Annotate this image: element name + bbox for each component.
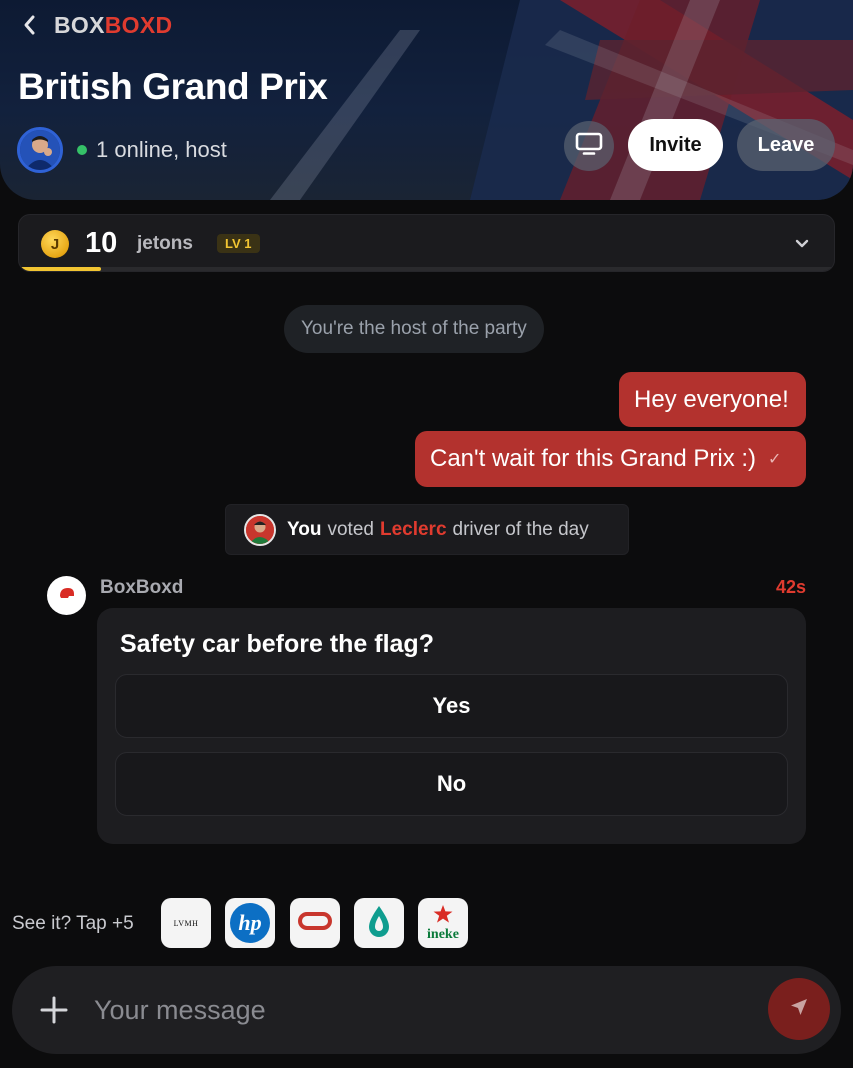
level-badge: LV 1	[217, 234, 260, 253]
message-text: Hey everyone!	[634, 385, 789, 413]
driver-avatar	[244, 513, 276, 546]
token-label: jetons	[137, 233, 193, 254]
level-progress-fill	[19, 267, 101, 271]
leave-button[interactable]: Leave	[737, 119, 835, 171]
vote-rest: driver of the day	[452, 518, 589, 540]
helmet-icon	[58, 586, 76, 605]
invite-button[interactable]: Invite	[628, 119, 723, 171]
message-text: Can't wait for this Grand Prix :)	[430, 445, 757, 472]
chat-bubble-outgoing[interactable]: Can't wait for this Grand Prix :) ✓	[415, 431, 806, 487]
lvmh-logo: LVMH	[173, 918, 199, 928]
sponsor-heineken[interactable]: ineke	[418, 898, 468, 948]
plus-icon[interactable]	[38, 994, 70, 1026]
hp-logo: hp	[230, 903, 270, 943]
poll-timer: 42s	[775, 577, 806, 597]
message-input[interactable]	[94, 984, 754, 1036]
poll-card: Safety car before the flag? Yes No	[97, 608, 806, 844]
boxboxd-bot-avatar	[47, 576, 86, 615]
poll-option-yes[interactable]: Yes	[115, 674, 788, 738]
poll-sender: BoxBoxd	[100, 577, 184, 598]
brand-logo: BOXBOXD	[54, 12, 172, 39]
vote-driver: Leclerc	[379, 518, 447, 540]
hp-logo-text: hp	[238, 910, 262, 935]
vote-notice: You voted Leclerc driver of the day	[225, 504, 629, 555]
back-chevron-icon[interactable]	[22, 12, 44, 38]
poll-question: Safety car before the flag?	[120, 630, 434, 658]
brand-part1: BOX	[54, 12, 105, 38]
petronas-logo	[366, 904, 392, 943]
online-indicator-icon	[77, 145, 87, 155]
system-message: You're the host of the party	[284, 305, 544, 353]
send-button[interactable]	[768, 978, 830, 1040]
online-status: 1 online, host	[96, 137, 227, 162]
heineken-logo: ineke	[427, 926, 459, 942]
read-check-icon: ✓	[768, 451, 782, 468]
cast-screen-button[interactable]	[564, 121, 614, 171]
oracle-logo	[297, 911, 333, 936]
message-composer	[12, 966, 841, 1054]
chevron-down-icon[interactable]	[792, 233, 812, 253]
red-star-icon	[433, 904, 453, 928]
token-count: 10	[85, 227, 118, 259]
party-header: BOXBOXD British Grand Prix 1 online, hos…	[0, 0, 853, 200]
poll-option-no[interactable]: No	[115, 752, 788, 816]
send-arrow-icon	[788, 996, 810, 1023]
monitor-icon	[575, 132, 603, 161]
coin-icon: J	[41, 230, 69, 258]
sponsor-hp[interactable]: hp	[225, 898, 275, 948]
host-avatar[interactable]	[17, 127, 63, 173]
sponsor-prompt: See it? Tap +5	[12, 913, 134, 934]
level-progress-track	[19, 267, 834, 271]
chat-bubble-outgoing[interactable]: Hey everyone!	[619, 372, 806, 427]
vote-verb: voted	[327, 518, 374, 540]
sponsor-petronas[interactable]	[354, 898, 404, 948]
sponsor-lvmh[interactable]: LVMH	[161, 898, 211, 948]
vote-you: You	[287, 518, 322, 540]
sponsor-oracle[interactable]	[290, 898, 340, 948]
tokens-bar[interactable]: J 10 jetons LV 1	[18, 214, 835, 272]
brand-part2: BOXD	[104, 12, 173, 38]
page-title: British Grand Prix	[18, 66, 328, 107]
